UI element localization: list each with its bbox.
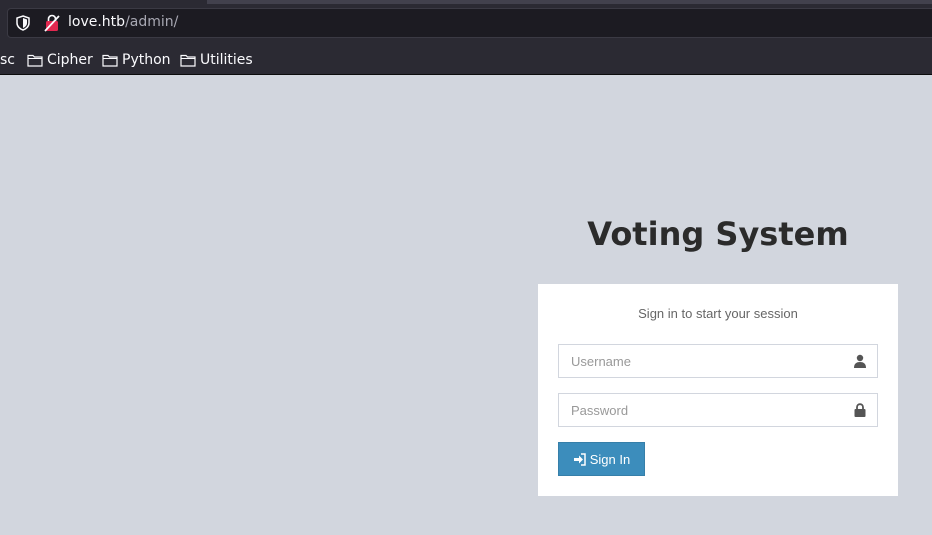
folder-icon [180,54,196,67]
page-title: Voting System [587,215,849,253]
url-host: love.htb [68,14,126,30]
sign-in-icon [573,452,586,466]
bookmark-folder-sc[interactable]: sc [0,50,15,70]
password-input[interactable] [559,394,877,426]
sign-in-button[interactable]: Sign In [558,442,645,476]
page-body: Voting System Sign in to start your sess… [0,75,932,535]
bookmark-folder-cipher[interactable]: Cipher [27,50,93,70]
bookmark-folder-python[interactable]: Python [102,50,171,70]
login-box-message: Sign in to start your session [638,306,798,321]
folder-icon [27,54,43,67]
bookmark-label: Cipher [47,52,93,68]
bookmark-folder-utilities[interactable]: Utilities [180,50,253,70]
folder-icon [102,54,118,67]
bookmark-label: Utilities [200,52,253,68]
shield-icon[interactable] [16,15,30,31]
tab-strip [207,0,932,4]
url-path: /admin/ [125,14,179,30]
bookmark-label: Python [122,52,171,68]
username-input[interactable] [559,345,877,377]
user-icon [854,354,866,368]
username-field [558,344,878,378]
bookmark-label: sc [0,52,15,68]
password-field [558,393,878,427]
bookmarks-toolbar: sc Cipher Python Utilities [0,44,932,75]
sign-in-label: Sign In [589,451,631,467]
url-text[interactable]: love.htb/admin/ [68,14,178,30]
insecure-lock-icon[interactable] [44,14,60,32]
login-box: Sign in to start your session Sign In [538,284,898,496]
browser-toolbar: love.htb/admin/ [0,0,932,44]
lock-icon [854,403,866,417]
